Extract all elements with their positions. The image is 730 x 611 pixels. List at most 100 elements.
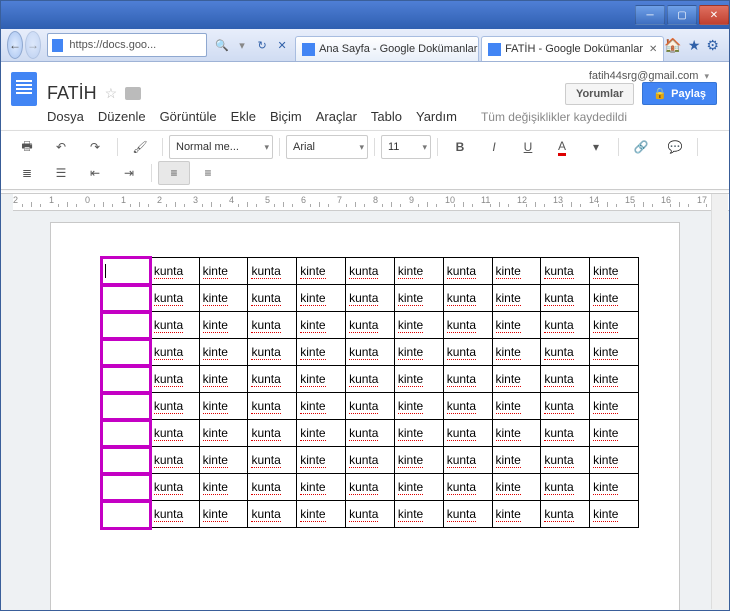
table-cell[interactable]: kunta bbox=[248, 312, 297, 339]
table-cell[interactable]: kinte bbox=[394, 366, 443, 393]
table-cell[interactable]: kinte bbox=[394, 312, 443, 339]
table-cell[interactable]: kinte bbox=[297, 501, 346, 528]
table-cell[interactable]: kunta bbox=[346, 420, 395, 447]
table-cell[interactable]: kunta bbox=[346, 258, 395, 285]
table-cell[interactable]: kinte bbox=[394, 258, 443, 285]
table-row[interactable]: kuntakintekuntakintekuntakintekuntakinte… bbox=[102, 285, 639, 312]
document-title[interactable]: FATİH bbox=[47, 83, 97, 104]
table-cell[interactable]: kinte bbox=[199, 474, 248, 501]
table-cell[interactable]: kinte bbox=[590, 339, 639, 366]
table-cell[interactable]: kunta bbox=[150, 258, 199, 285]
table-cell[interactable]: kunta bbox=[443, 312, 492, 339]
table-cell[interactable]: kunta bbox=[346, 447, 395, 474]
insert-comment-icon[interactable]: 💬 bbox=[659, 135, 691, 159]
table-cell[interactable]: kinte bbox=[394, 393, 443, 420]
table-cell[interactable]: kinte bbox=[199, 420, 248, 447]
table-cell[interactable]: kunta bbox=[443, 501, 492, 528]
table-cell[interactable]: kunta bbox=[541, 474, 590, 501]
table-cell[interactable]: kunta bbox=[346, 366, 395, 393]
table-cell[interactable]: kinte bbox=[297, 258, 346, 285]
table-cell[interactable]: kinte bbox=[199, 285, 248, 312]
align-left-icon[interactable]: ≡ bbox=[158, 161, 190, 185]
table-cell[interactable]: kinte bbox=[590, 420, 639, 447]
table-cell[interactable]: kunta bbox=[150, 285, 199, 312]
table-cell[interactable]: kinte bbox=[590, 285, 639, 312]
table-cell[interactable]: kinte bbox=[199, 312, 248, 339]
table-cell[interactable]: kinte bbox=[492, 474, 541, 501]
table-cell[interactable]: kinte bbox=[297, 285, 346, 312]
numbered-list-icon[interactable]: ≣ bbox=[11, 161, 43, 185]
table-cell[interactable]: kinte bbox=[492, 258, 541, 285]
redo-icon[interactable]: ↷ bbox=[79, 135, 111, 159]
table-cell[interactable]: kinte bbox=[199, 501, 248, 528]
bold-icon[interactable]: B bbox=[444, 135, 476, 159]
menu-item[interactable]: Araçlar bbox=[316, 109, 357, 124]
table-cell[interactable]: kunta bbox=[541, 339, 590, 366]
docs-logo-icon[interactable] bbox=[11, 72, 37, 106]
table-row[interactable]: kuntakintekuntakintekuntakintekuntakinte… bbox=[102, 258, 639, 285]
menu-item[interactable]: Biçim bbox=[270, 109, 302, 124]
browser-tab[interactable]: Ana Sayfa - Google Dokümanlar bbox=[295, 36, 479, 61]
table-cell[interactable]: kunta bbox=[150, 366, 199, 393]
menu-item[interactable]: Görüntüle bbox=[160, 109, 217, 124]
table-cell[interactable]: kinte bbox=[590, 258, 639, 285]
search-dropdown-icon[interactable]: 🔍 bbox=[213, 34, 231, 56]
table-cell[interactable]: kunta bbox=[443, 474, 492, 501]
table-cell[interactable] bbox=[102, 447, 151, 474]
table-cell[interactable]: kinte bbox=[199, 366, 248, 393]
page[interactable]: kuntakintekuntakintekuntakintekuntakinte… bbox=[50, 222, 680, 610]
table-cell[interactable]: kunta bbox=[346, 285, 395, 312]
table-cell[interactable]: kunta bbox=[541, 447, 590, 474]
decrease-indent-icon[interactable]: ⇤ bbox=[79, 161, 111, 185]
underline-icon[interactable]: U bbox=[512, 135, 544, 159]
table-cell[interactable]: kinte bbox=[394, 285, 443, 312]
table-cell[interactable]: kunta bbox=[346, 474, 395, 501]
table-cell[interactable]: kinte bbox=[297, 393, 346, 420]
table-cell[interactable] bbox=[102, 366, 151, 393]
table-cell[interactable]: kunta bbox=[541, 501, 590, 528]
text-color-icon[interactable]: A bbox=[546, 135, 578, 159]
table-cell[interactable]: kinte bbox=[492, 420, 541, 447]
table-cell[interactable]: kinte bbox=[394, 339, 443, 366]
compat-view-icon[interactable]: ▾ bbox=[233, 34, 251, 56]
table-cell[interactable]: kunta bbox=[248, 420, 297, 447]
table-cell[interactable]: kunta bbox=[346, 501, 395, 528]
table-cell[interactable]: kinte bbox=[590, 501, 639, 528]
table-cell[interactable]: kunta bbox=[248, 447, 297, 474]
table-cell[interactable] bbox=[102, 258, 151, 285]
table-cell[interactable] bbox=[102, 501, 151, 528]
table-cell[interactable]: kinte bbox=[590, 312, 639, 339]
table-cell[interactable]: kinte bbox=[297, 447, 346, 474]
table-cell[interactable]: kinte bbox=[199, 393, 248, 420]
undo-icon[interactable]: ↶ bbox=[45, 135, 77, 159]
table-cell[interactable]: kinte bbox=[297, 474, 346, 501]
insert-link-icon[interactable]: 🔗 bbox=[625, 135, 657, 159]
folder-icon[interactable] bbox=[125, 87, 141, 100]
menu-item[interactable]: Dosya bbox=[47, 109, 84, 124]
table-cell[interactable]: kunta bbox=[150, 447, 199, 474]
vertical-scrollbar[interactable] bbox=[711, 194, 728, 609]
star-icon[interactable]: ☆ bbox=[105, 85, 118, 102]
table-cell[interactable]: kinte bbox=[590, 447, 639, 474]
table-cell[interactable]: kunta bbox=[248, 285, 297, 312]
refresh-icon[interactable]: ↻ bbox=[253, 34, 271, 56]
table-cell[interactable]: kunta bbox=[541, 420, 590, 447]
bulleted-list-icon[interactable]: ☰ bbox=[45, 161, 77, 185]
table-cell[interactable]: kunta bbox=[150, 420, 199, 447]
table-cell[interactable]: kunta bbox=[541, 312, 590, 339]
back-button[interactable]: ← bbox=[7, 31, 23, 59]
table-cell[interactable] bbox=[102, 312, 151, 339]
menu-item[interactable]: Düzenle bbox=[98, 109, 146, 124]
table-cell[interactable]: kunta bbox=[346, 393, 395, 420]
forward-button[interactable]: → bbox=[25, 31, 41, 59]
user-menu-chevron-icon[interactable]: ▾ bbox=[704, 71, 709, 82]
table-cell[interactable]: kunta bbox=[248, 474, 297, 501]
table-cell[interactable]: kinte bbox=[297, 339, 346, 366]
table-cell[interactable]: kunta bbox=[346, 312, 395, 339]
tools-icon[interactable]: ⚙ bbox=[706, 37, 719, 54]
table-cell[interactable]: kunta bbox=[443, 339, 492, 366]
menu-item[interactable]: Tablo bbox=[371, 109, 402, 124]
table-cell[interactable]: kinte bbox=[199, 258, 248, 285]
table-cell[interactable]: kunta bbox=[248, 258, 297, 285]
table-row[interactable]: kuntakintekuntakintekuntakintekuntakinte… bbox=[102, 474, 639, 501]
